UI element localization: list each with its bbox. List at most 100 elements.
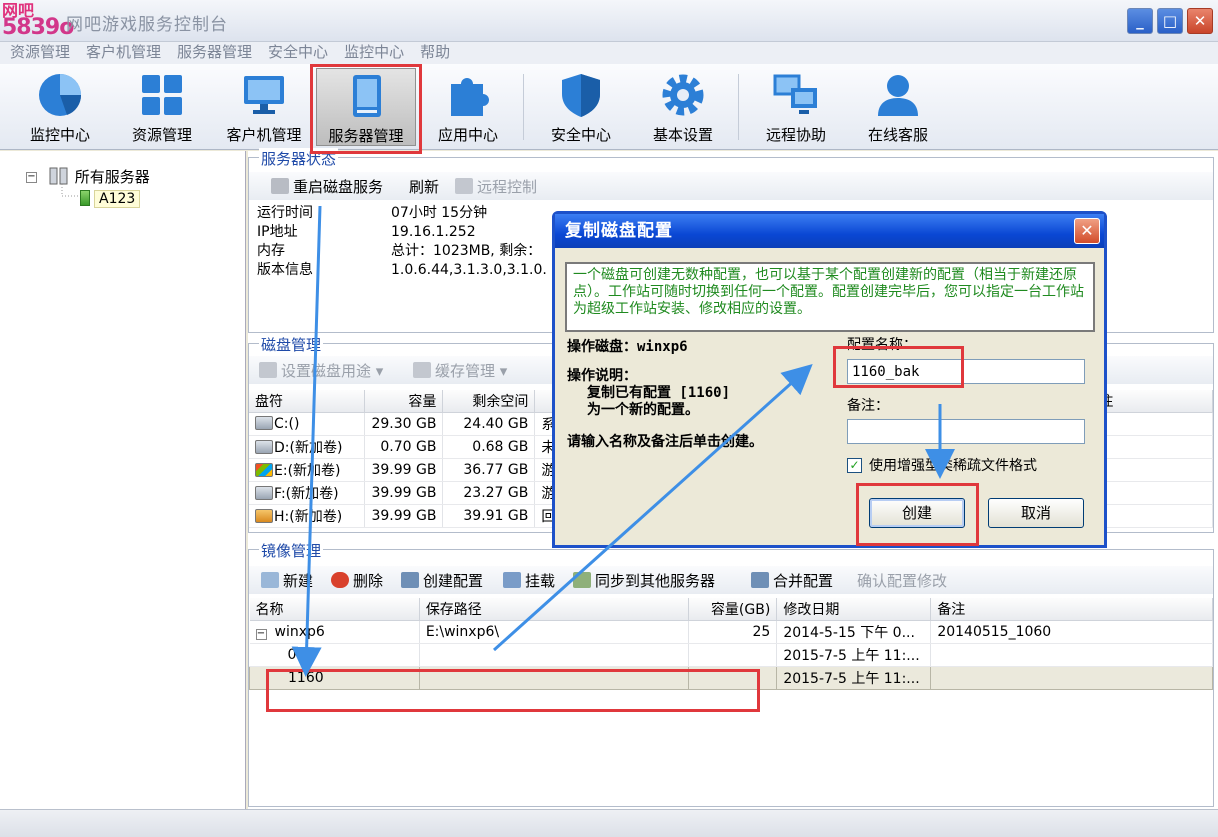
maximize-button[interactable]: □ — [1157, 8, 1183, 34]
server-info-values: 07小时 15分钟 19.16.1.252 总计：1023MB, 剩余： 1.0… — [391, 205, 547, 278]
toolbar-online-support[interactable]: 在线客服 — [848, 68, 948, 146]
toolbar-app-center[interactable]: 应用中心 — [418, 68, 518, 146]
menu-bar: 资源管理 客户机管理 服务器管理 安全中心 监控中心 帮助 — [0, 42, 1218, 64]
shield-icon — [562, 74, 600, 117]
cache-management-button[interactable]: 缓存管理 ▾ — [413, 360, 507, 381]
confirm-config-button[interactable]: 确认配置修改 — [857, 570, 947, 591]
toolbar-server[interactable]: 服务器管理 — [316, 68, 416, 146]
create-button[interactable]: 创建 — [869, 498, 965, 528]
merge-config-button[interactable]: 合并配置 — [751, 570, 833, 591]
toolbar-monitor-center[interactable]: 监控中心 — [10, 68, 110, 146]
window-title: 网吧游戏服务控制台 — [66, 15, 228, 35]
disk-icon — [255, 485, 273, 500]
main-toolbar: 监控中心 资源管理 客户机管理 服务器管理 应用中心 安全中心 基本设置 远程协… — [0, 64, 1218, 150]
menu-security[interactable]: 安全中心 — [268, 42, 328, 62]
toolbar-security[interactable]: 安全中心 — [531, 68, 631, 146]
col-free[interactable]: 剩余空间 — [442, 390, 536, 413]
disk-icon — [255, 439, 273, 454]
new-image-button[interactable]: 新建 — [261, 570, 313, 591]
row-collapse-toggle[interactable]: − — [255, 628, 267, 640]
restart-icon — [271, 178, 289, 194]
dialog-hint-text: 一个磁盘可创建无数种配置，也可以基于某个配置创建新的配置（相当于新建还原点）。工… — [565, 262, 1095, 332]
instruction-text: 请输入名称及备注后单击创建。 — [567, 434, 763, 450]
image-management-title: 镜像管理 — [259, 540, 324, 561]
menu-resource[interactable]: 资源管理 — [10, 42, 70, 62]
menu-monitor[interactable]: 监控中心 — [344, 42, 404, 62]
monitor-icon — [244, 76, 284, 114]
image-table-header: 名称 保存路径 容量(GB) 修改日期 备注 — [249, 598, 1213, 621]
image-table: 名称 保存路径 容量(GB) 修改日期 备注 − winxp6 E:\winxp6\… — [249, 598, 1213, 690]
disk-icon — [255, 415, 273, 430]
copy-disk-config-dialog: 复制磁盘配置 ✕ 一个磁盘可创建无数种配置，也可以基于某个配置创建新的配置（相当… — [552, 211, 1107, 548]
operation-desc-label: 操作说明： — [567, 368, 637, 384]
table-row[interactable]: − winxp6 E:\winxp6\ 25 2014-5-15 下午 0... 2014… — [249, 620, 1213, 644]
windows-disk-icon — [255, 462, 273, 477]
sparse-format-label: 使用增强型类稀疏文件格式 — [869, 458, 1037, 474]
menu-client[interactable]: 客户机管理 — [86, 42, 161, 62]
note-label: 备注： — [847, 398, 889, 414]
col-capacity[interactable]: 容量(GB) — [688, 598, 778, 621]
image-management-panel: 镜像管理 新建 删除 创建配置 挂载 同步到其他服务器 合并配置 确认配置修改 … — [248, 540, 1214, 807]
dialog-title: 复制磁盘配置 — [555, 214, 1104, 248]
merge-icon — [751, 572, 769, 588]
remote-control-button[interactable]: 远程控制 — [455, 176, 537, 197]
table-row-selected[interactable]: 1160 2015-7-5 上午 11:... — [249, 665, 1213, 690]
minimize-button[interactable]: _ — [1127, 8, 1153, 34]
create-config-icon — [401, 572, 419, 588]
config-name-input[interactable] — [847, 359, 1085, 384]
close-button[interactable]: ✕ — [1187, 8, 1213, 34]
delete-image-button[interactable]: 删除 — [331, 570, 383, 591]
dialog-close-button[interactable]: ✕ — [1074, 218, 1100, 244]
mount-button[interactable]: 挂载 — [503, 570, 555, 591]
restart-disk-service-button[interactable]: 重启磁盘服务 — [271, 176, 383, 197]
grid-icon — [142, 75, 182, 115]
image-management-toolbar: 新建 删除 创建配置 挂载 同步到其他服务器 合并配置 确认配置修改 — [249, 566, 1213, 594]
operation-desc-line2: 为一个新的配置。 — [587, 402, 699, 418]
col-size[interactable]: 容量 — [364, 390, 444, 413]
col-path[interactable]: 保存路径 — [419, 598, 690, 621]
server-info-labels: 运行时间 IP地址 内存 版本信息 — [257, 205, 313, 278]
set-disk-usage-button[interactable]: 设置磁盘用途 ▾ — [259, 360, 383, 381]
puzzle-icon — [451, 78, 489, 116]
toolbar-client[interactable]: 客户机管理 — [214, 68, 314, 146]
server-status-toolbar: 重启磁盘服务 刷新 远程控制 — [249, 172, 1213, 200]
tree-node-server[interactable]: A123 — [80, 190, 141, 208]
refresh-button[interactable]: 刷新 — [409, 176, 439, 197]
toolbar-remote-assist[interactable]: 远程协助 — [746, 68, 846, 146]
toolbar-separator — [523, 74, 524, 140]
status-bar — [0, 809, 1218, 837]
sparse-format-checkbox[interactable]: ✓ — [847, 458, 862, 473]
sync-servers-button[interactable]: 同步到其他服务器 — [573, 570, 715, 591]
toolbar-resource[interactable]: 资源管理 — [112, 68, 212, 146]
tree-collapse-toggle[interactable]: − — [26, 172, 37, 183]
create-config-button[interactable]: 创建配置 — [401, 570, 483, 591]
server-group-icon — [49, 167, 68, 185]
cancel-button[interactable]: 取消 — [988, 498, 1084, 528]
title-bar: 网吧 5839o 网吧游戏服务控制台 _ □ ✕ — [0, 0, 1218, 42]
table-row[interactable]: 001 2015-7-5 上午 11:... — [249, 643, 1213, 667]
new-icon — [261, 572, 279, 588]
cache-icon — [413, 362, 431, 378]
user-support-icon — [878, 75, 918, 116]
mount-icon — [503, 572, 521, 588]
col-date[interactable]: 修改日期 — [776, 598, 932, 621]
server-tree-pane — [0, 151, 246, 809]
operation-disk-label: 操作磁盘：winxp6 — [567, 339, 688, 355]
menu-server[interactable]: 服务器管理 — [177, 42, 252, 62]
tree-node-label: A123 — [94, 190, 141, 208]
sync-icon — [573, 572, 591, 588]
toolbar-settings[interactable]: 基本设置 — [633, 68, 733, 146]
tree-connector-line — [61, 184, 80, 197]
col-name[interactable]: 名称 — [249, 598, 420, 621]
delete-icon — [331, 572, 349, 588]
server-status-title: 服务器状态 — [259, 148, 339, 169]
gear-icon — [662, 74, 704, 116]
server-online-icon — [80, 190, 90, 206]
col-remark[interactable]: 备注 — [930, 598, 1213, 621]
note-input[interactable] — [847, 419, 1085, 444]
disk-settings-icon — [259, 362, 277, 378]
col-drive[interactable]: 盘符 — [249, 390, 366, 413]
server-icon — [353, 75, 381, 117]
menu-help[interactable]: 帮助 — [420, 42, 450, 62]
pie-chart-icon — [39, 74, 82, 116]
